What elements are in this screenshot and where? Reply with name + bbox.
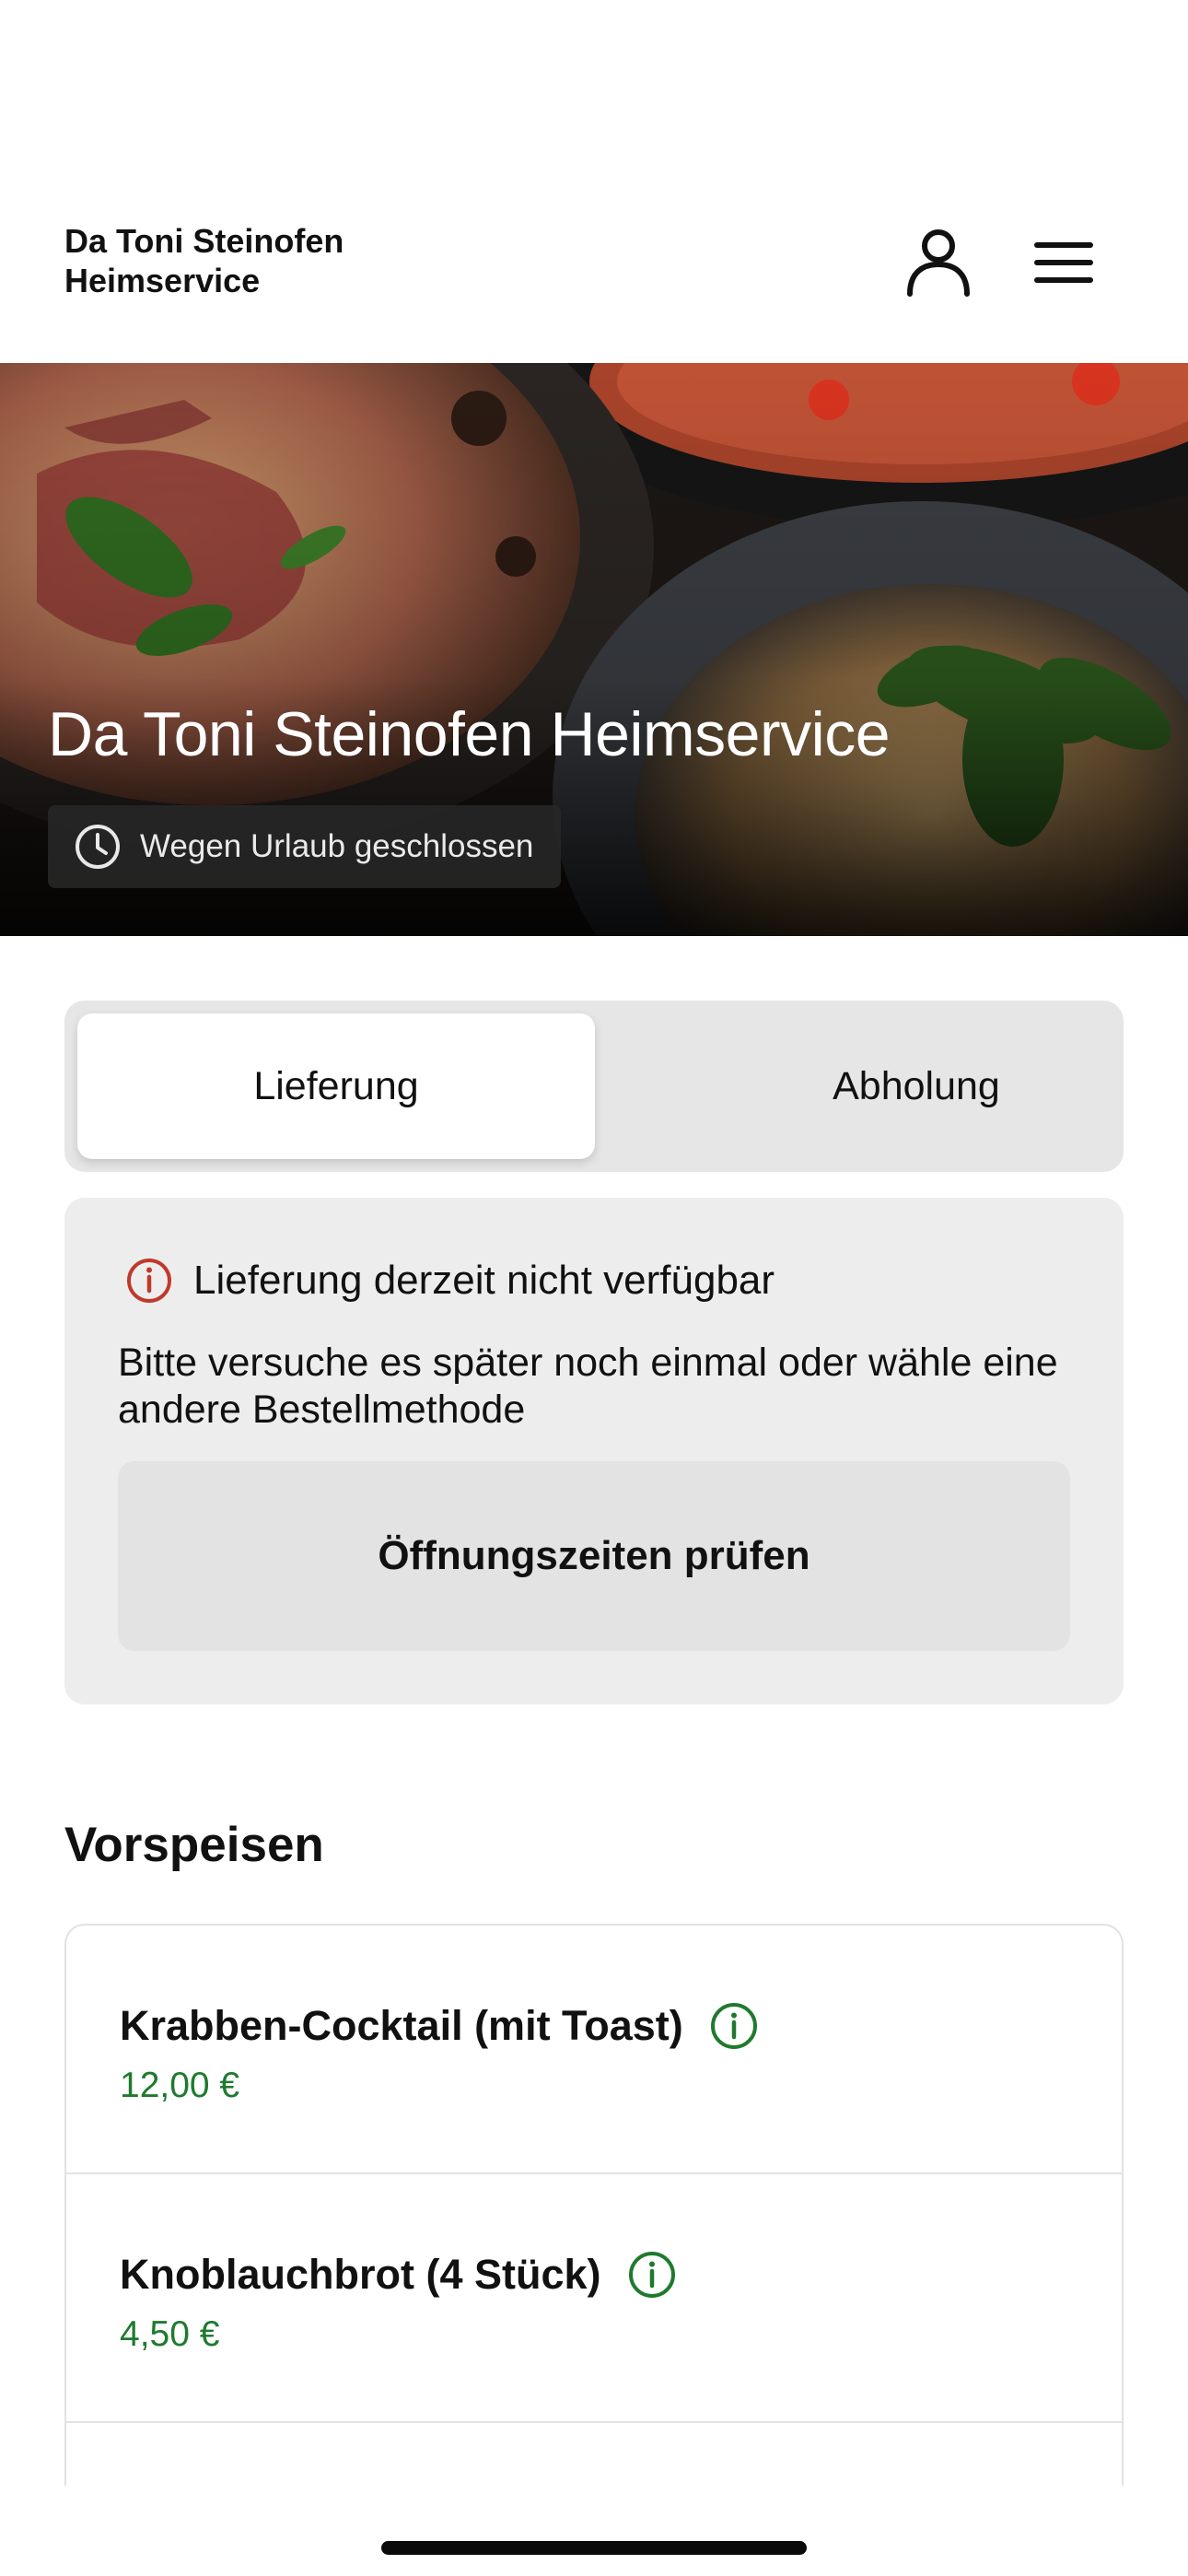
app-header: Da Toni Steinofen Heimservice [0,0,1188,363]
tab-delivery[interactable]: Lieferung [77,1013,595,1159]
clock-icon [76,825,120,869]
item-price: 4,50 € [120,2314,220,2354]
status-text: Wegen Urlaub geschlossen [140,828,534,864]
home-indicator[interactable] [381,2541,807,2555]
account-button[interactable] [888,212,989,313]
delivery-unavailable-card: Lieferung derzeit nicht verfügbar Bitte … [64,1198,1124,1704]
check-opening-hours-button[interactable]: Öffnungszeiten prüfen [118,1461,1070,1651]
status-badge: Wegen Urlaub geschlossen [48,805,562,888]
brand-name[interactable]: Da Toni Steinofen Heimservice [64,221,451,300]
restaurant-title: Da Toni Steinofen Heimservice [48,699,891,769]
menu-item[interactable]: Knoblauchbrot (4 Stück) 4,50 € [66,2174,1122,2423]
notice-message: Bitte versuche es später noch einmal ode… [118,1341,1058,1432]
menu-item-list: Krabben-Cocktail (mit Toast) 12,00 € Kno… [64,1924,1124,2486]
item-name-row: Krabben-Cocktail (mit Toast) [120,2001,759,2051]
notice-title: Lieferung derzeit nicht verfügbar [193,1258,775,1303]
hamburger-menu-icon [1034,242,1093,283]
notice-header: Lieferung derzeit nicht verfügbar [125,1257,775,1305]
info-icon[interactable] [709,2001,759,2051]
order-mode-switch: Lieferung Abholung [64,1001,1124,1172]
tab-pickup[interactable]: Abholung [658,1013,1175,1159]
menu-item[interactable]: Krabben-Cocktail (mit Toast) 12,00 € [66,1926,1122,2174]
info-icon[interactable] [627,2250,677,2300]
info-alert-icon [127,1259,171,1303]
item-name: Knoblauchbrot (4 Stück) [120,2251,601,2298]
item-price: 12,00 € [120,2066,240,2105]
category-title: Vorspeisen [64,1818,324,1872]
item-name: Krabben-Cocktail (mit Toast) [120,2002,683,2049]
user-icon [907,229,970,297]
item-name-row: Knoblauchbrot (4 Stück) [120,2250,677,2300]
menu-button[interactable] [1013,212,1114,313]
